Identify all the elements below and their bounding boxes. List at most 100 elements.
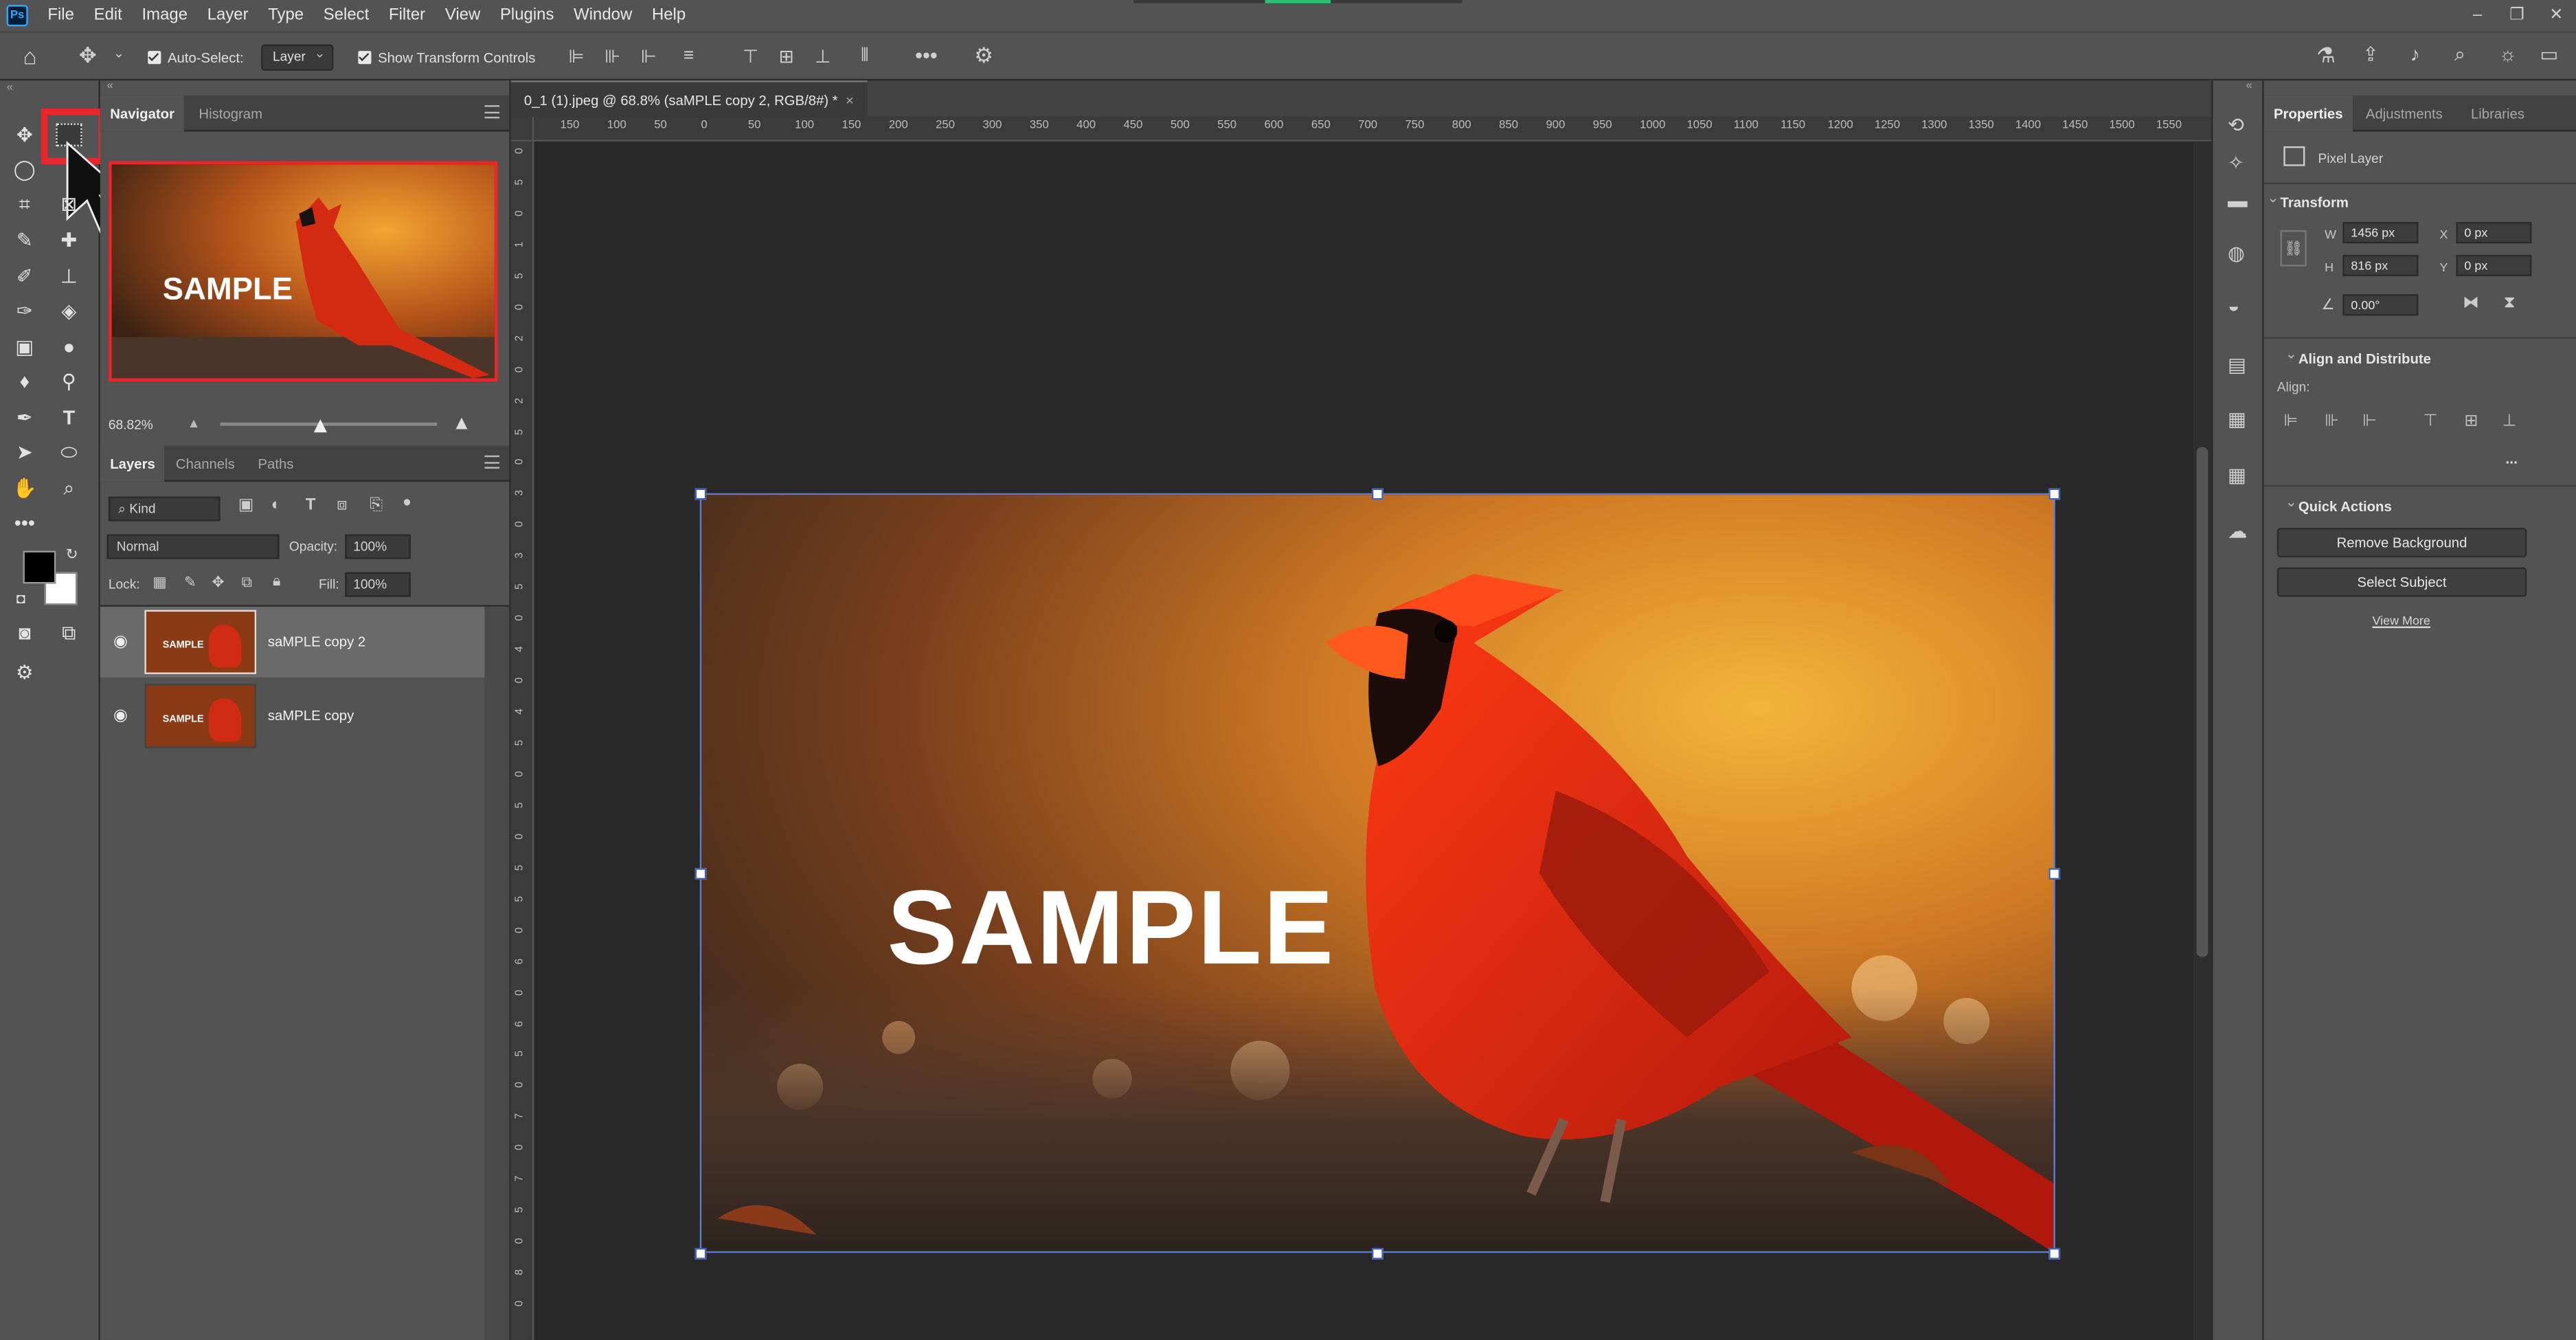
filter-pixel-icon[interactable]: ▣: [238, 497, 254, 515]
tab-navigator[interactable]: Navigator: [100, 95, 185, 132]
menu-select[interactable]: Select: [313, 0, 379, 31]
paint-bucket-icon[interactable]: ♦: [8, 367, 41, 397]
zoom-slider-handle[interactable]: [313, 419, 327, 433]
filter-type-icon[interactable]: T: [306, 497, 316, 515]
flip-vertical-icon[interactable]: ⧗: [2504, 294, 2516, 312]
eye-icon[interactable]: ◉: [113, 633, 128, 651]
align-left-icon[interactable]: ⊫: [568, 46, 584, 67]
close-icon[interactable]: ✕: [2537, 0, 2576, 31]
path-selection-tool-icon[interactable]: ➤: [8, 437, 41, 467]
screen-mode-icon[interactable]: ⧉: [53, 618, 86, 648]
zoom-tool-icon[interactable]: ⌕: [53, 473, 86, 503]
minimize-icon[interactable]: –: [2458, 0, 2497, 31]
comments-icon[interactable]: ▬: [2228, 189, 2248, 212]
ruler-corner[interactable]: [510, 116, 534, 142]
menu-file[interactable]: File: [38, 0, 84, 31]
tab-channels[interactable]: Channels: [166, 445, 245, 482]
collapse-panels-icon[interactable]: «: [106, 80, 113, 92]
transform-handle[interactable]: [1371, 1247, 1383, 1260]
zoom-slider-track[interactable]: [220, 422, 438, 426]
show-transform-checkbox[interactable]: Show Transform Controls: [358, 33, 535, 82]
filter-adjustment-icon[interactable]: ◐: [271, 497, 281, 515]
chevron-down-icon[interactable]: ⌄: [113, 46, 124, 61]
history-brush-tool-icon[interactable]: ✑: [8, 296, 41, 326]
navigator-preview[interactable]: SAMPLE: [108, 161, 498, 382]
eyedropper-tool-icon[interactable]: ✎: [8, 225, 41, 255]
actions-icon[interactable]: ✧: [2228, 151, 2244, 174]
menu-image[interactable]: Image: [132, 0, 197, 31]
zoom-in-icon[interactable]: ▲: [452, 411, 471, 434]
filter-shape-icon[interactable]: ⧈: [337, 497, 347, 515]
move-tool-icon[interactable]: ✥: [8, 120, 41, 150]
layer-filter-dropdown[interactable]: ⌕ Kind: [108, 496, 221, 522]
brush-tool-icon[interactable]: ✐: [8, 261, 41, 291]
dodge-tool-icon[interactable]: ⚲: [53, 367, 86, 397]
patterns-icon[interactable]: ▦: [2228, 407, 2246, 430]
transform-handle[interactable]: [2048, 868, 2061, 880]
panel-menu-icon[interactable]: [484, 455, 500, 469]
crop-tool-icon[interactable]: ⌗: [8, 189, 41, 219]
layers-scrollbar[interactable]: [484, 606, 510, 1340]
blur-tool-icon[interactable]: ●: [53, 332, 86, 361]
layer-name[interactable]: saMPLE copy: [268, 707, 354, 724]
align-right-icon[interactable]: ⊩: [641, 46, 657, 67]
lock-position-icon[interactable]: ✥: [212, 574, 225, 592]
tab-layers[interactable]: Layers: [100, 445, 166, 482]
home-icon[interactable]: ⌂: [23, 43, 36, 69]
width-input[interactable]: 1456 px: [2342, 222, 2419, 244]
tab-histogram[interactable]: Histogram: [189, 96, 272, 132]
align-right-edges-icon[interactable]: ⊩: [2362, 413, 2377, 431]
opacity-input[interactable]: 100%: [345, 534, 411, 559]
gradient-tool-icon[interactable]: ▣: [8, 332, 41, 361]
align-bottom-icon[interactable]: ⊥: [815, 46, 831, 67]
quick-mask-icon[interactable]: ◙: [8, 618, 41, 648]
transform-handle[interactable]: [1371, 488, 1383, 500]
libraries-icon[interactable]: ☁: [2228, 520, 2248, 542]
navigator-zoom-value[interactable]: 68.82%: [109, 418, 153, 433]
flask-icon[interactable]: ⚗: [2316, 43, 2336, 69]
workspace-icon[interactable]: ▭: [2540, 43, 2558, 65]
transform-section-title[interactable]: Transform: [2268, 189, 2349, 210]
collapse-right-icon[interactable]: «: [2246, 80, 2252, 92]
document-tab[interactable]: 0_1 (1).jpeg @ 68.8% (saMPLE copy 2, RGB…: [510, 80, 868, 117]
move-tool-options-icon[interactable]: ✥: [79, 43, 97, 69]
filter-toggle-icon[interactable]: ●: [403, 493, 411, 510]
horizontal-ruler[interactable]: 150 100 50 0 50 100 150 200 250 300 350 400 450 500 55…: [534, 116, 2212, 142]
healing-brush-tool-icon[interactable]: ✚: [53, 225, 86, 255]
align-top-icon[interactable]: ⊤: [743, 46, 758, 67]
align-center-icon[interactable]: ⊪: [605, 46, 620, 67]
tab-properties[interactable]: Properties: [2263, 95, 2353, 132]
tab-adjustments[interactable]: Adjustments: [2356, 96, 2453, 132]
panel-menu-icon[interactable]: [484, 105, 500, 119]
search-icon[interactable]: ⌕: [2454, 43, 2465, 67]
close-tab-icon[interactable]: ×: [846, 92, 854, 109]
view-more-link[interactable]: View More: [2372, 613, 2430, 628]
type-tool-icon[interactable]: T: [53, 403, 86, 432]
menu-type[interactable]: Type: [258, 0, 314, 31]
frame-tool-icon[interactable]: ⊠: [53, 189, 86, 219]
photoshop-logo[interactable]: Ps: [6, 5, 28, 27]
menu-filter[interactable]: Filter: [379, 0, 436, 31]
lock-all-icon[interactable]: 🔒︎: [273, 572, 280, 590]
gear-icon[interactable]: ⚙: [974, 43, 993, 69]
x-input[interactable]: 0 px: [2456, 222, 2532, 244]
color-icon[interactable]: ◍: [2228, 242, 2245, 265]
swap-colors-icon[interactable]: ↻: [66, 546, 78, 563]
quick-actions-title[interactable]: Quick Actions: [2285, 493, 2392, 515]
lock-artboard-icon[interactable]: ⧉: [242, 574, 252, 592]
lock-pixels-icon[interactable]: ✎: [184, 574, 196, 592]
zoom-out-icon[interactable]: ▲: [188, 416, 201, 431]
align-horizontal-centers-icon[interactable]: ⊪: [2325, 413, 2339, 431]
vertical-scrollbar[interactable]: [2193, 141, 2212, 1340]
layer-name[interactable]: saMPLE copy 2: [268, 633, 365, 649]
gradients-icon[interactable]: ▤: [2228, 353, 2246, 376]
share-icon[interactable]: ⇪: [2362, 43, 2379, 65]
tab-paths[interactable]: Paths: [248, 445, 304, 482]
transform-handle[interactable]: [694, 868, 707, 880]
lock-transparent-icon[interactable]: ▦: [152, 574, 166, 592]
auto-select-checkbox[interactable]: Auto-Select:: [148, 33, 244, 82]
filter-smart-object-icon[interactable]: ⎘: [370, 497, 383, 515]
restore-icon[interactable]: ❐: [2497, 0, 2536, 31]
swatches-icon[interactable]: ◒: [2228, 294, 2239, 317]
align-section-title[interactable]: Align and Distribute: [2285, 345, 2431, 366]
